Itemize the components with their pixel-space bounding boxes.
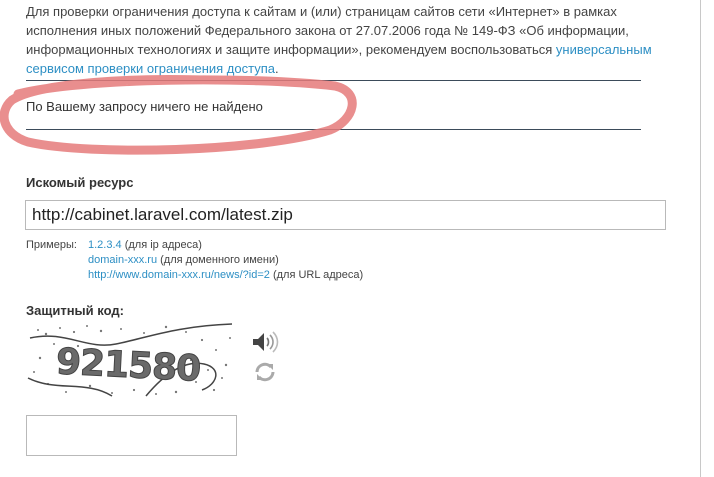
example-url-link[interactable]: http://www.domain-xxx.ru/news/?id=2 bbox=[88, 269, 270, 281]
example-row-url: http://www.domain-xxx.ru/news/?id=2 (для… bbox=[26, 268, 363, 283]
divider-top bbox=[26, 80, 641, 81]
captcha-code-input[interactable] bbox=[26, 415, 237, 456]
example-ip-note: (для ip адреса) bbox=[121, 239, 202, 251]
resource-label: Искомый ресурс bbox=[26, 175, 134, 190]
captcha-image: 921580 bbox=[26, 320, 236, 400]
captcha-code-text: 921580 bbox=[55, 341, 201, 389]
speaker-icon[interactable] bbox=[251, 330, 279, 354]
intro-text: Для проверки ограничения доступа к сайта… bbox=[26, 4, 629, 57]
example-row-domain: domain-xxx.ru (для доменного имени) bbox=[26, 253, 363, 268]
page-right-border bbox=[700, 0, 701, 477]
example-ip-link[interactable]: 1.2.3.4 bbox=[88, 239, 122, 251]
examples-block: Примеры: 1.2.3.4 (для ip адреса) domain-x… bbox=[26, 238, 363, 283]
example-domain-note: (для доменного имени) bbox=[157, 254, 279, 266]
intro-tail: . bbox=[275, 61, 279, 76]
example-url-note: (для URL адреса) bbox=[269, 269, 364, 281]
highlight-annotation bbox=[0, 75, 357, 155]
divider-bottom bbox=[26, 129, 641, 130]
example-row-ip: Примеры: 1.2.3.4 (для ip адреса) bbox=[26, 238, 363, 253]
captcha-label: Защитный код: bbox=[26, 303, 124, 318]
search-result-message: По Вашему запросу ничего не найдено bbox=[26, 99, 263, 114]
resource-url-input[interactable] bbox=[25, 200, 666, 230]
intro-paragraph: Для проверки ограничения доступа к сайта… bbox=[26, 2, 656, 78]
refresh-icon[interactable] bbox=[253, 360, 277, 384]
example-domain-link[interactable]: domain-xxx.ru bbox=[88, 254, 157, 266]
examples-heading: Примеры: bbox=[26, 239, 77, 251]
